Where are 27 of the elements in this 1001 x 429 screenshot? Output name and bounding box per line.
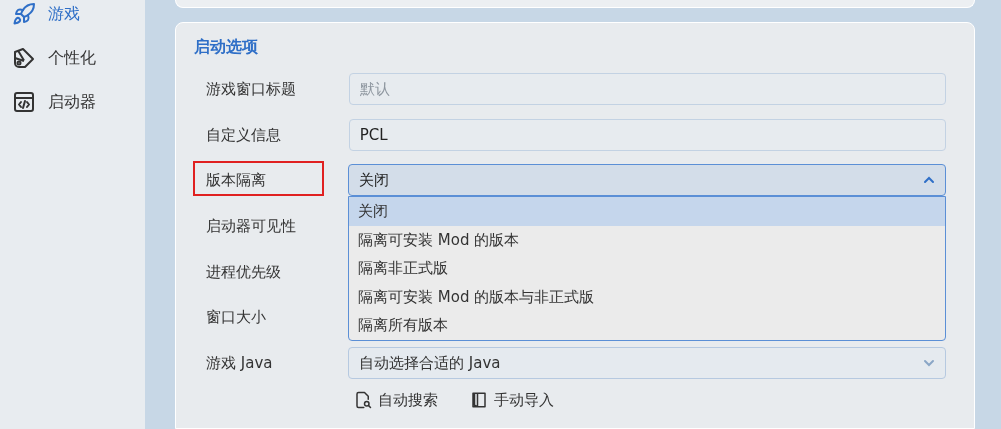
book-icon <box>470 391 488 410</box>
section-title: 启动选项 <box>194 36 259 58</box>
rocket-icon <box>12 2 36 26</box>
action-button[interactable]: 手动导入 <box>470 389 554 412</box>
field-label: 版本隔离 <box>206 171 266 190</box>
field-label: 游戏 Java <box>206 354 273 373</box>
dropdown-option[interactable]: 隔离非正式版 <box>349 254 945 283</box>
text-field[interactable]: 默认 <box>348 73 946 105</box>
dropdown-option[interactable]: 隔离可安装 Mod 的版本 <box>349 225 945 255</box>
swatch-icon <box>12 46 36 70</box>
field-label: 进程优先级 <box>206 262 281 281</box>
field-label: 游戏窗口标题 <box>206 80 296 98</box>
dropdown-option[interactable]: 关闭 <box>349 197 945 226</box>
sidebar-item[interactable]: 游戏 <box>0 0 145 36</box>
dropdown-option[interactable]: 隔离所有版本 <box>349 311 945 340</box>
dropdown[interactable]: 关闭 <box>348 164 946 197</box>
text-field[interactable]: PCL <box>348 118 946 151</box>
dropdown[interactable]: 自动选择合适的 Java <box>348 347 946 380</box>
action-button[interactable]: 自动搜索 <box>354 389 438 412</box>
field-label: 启动器可见性 <box>206 217 296 236</box>
dropdown-option[interactable]: 隔离可安装 Mod 的版本与非正式版 <box>349 282 945 312</box>
sidebar-item[interactable]: 启动器 <box>0 80 145 124</box>
field-label: 自定义信息 <box>206 125 281 144</box>
sidebar-item[interactable]: 个性化 <box>0 36 145 80</box>
file-search-icon <box>354 391 372 410</box>
code-window-icon <box>12 90 36 114</box>
field-label: 窗口大小 <box>206 308 266 327</box>
